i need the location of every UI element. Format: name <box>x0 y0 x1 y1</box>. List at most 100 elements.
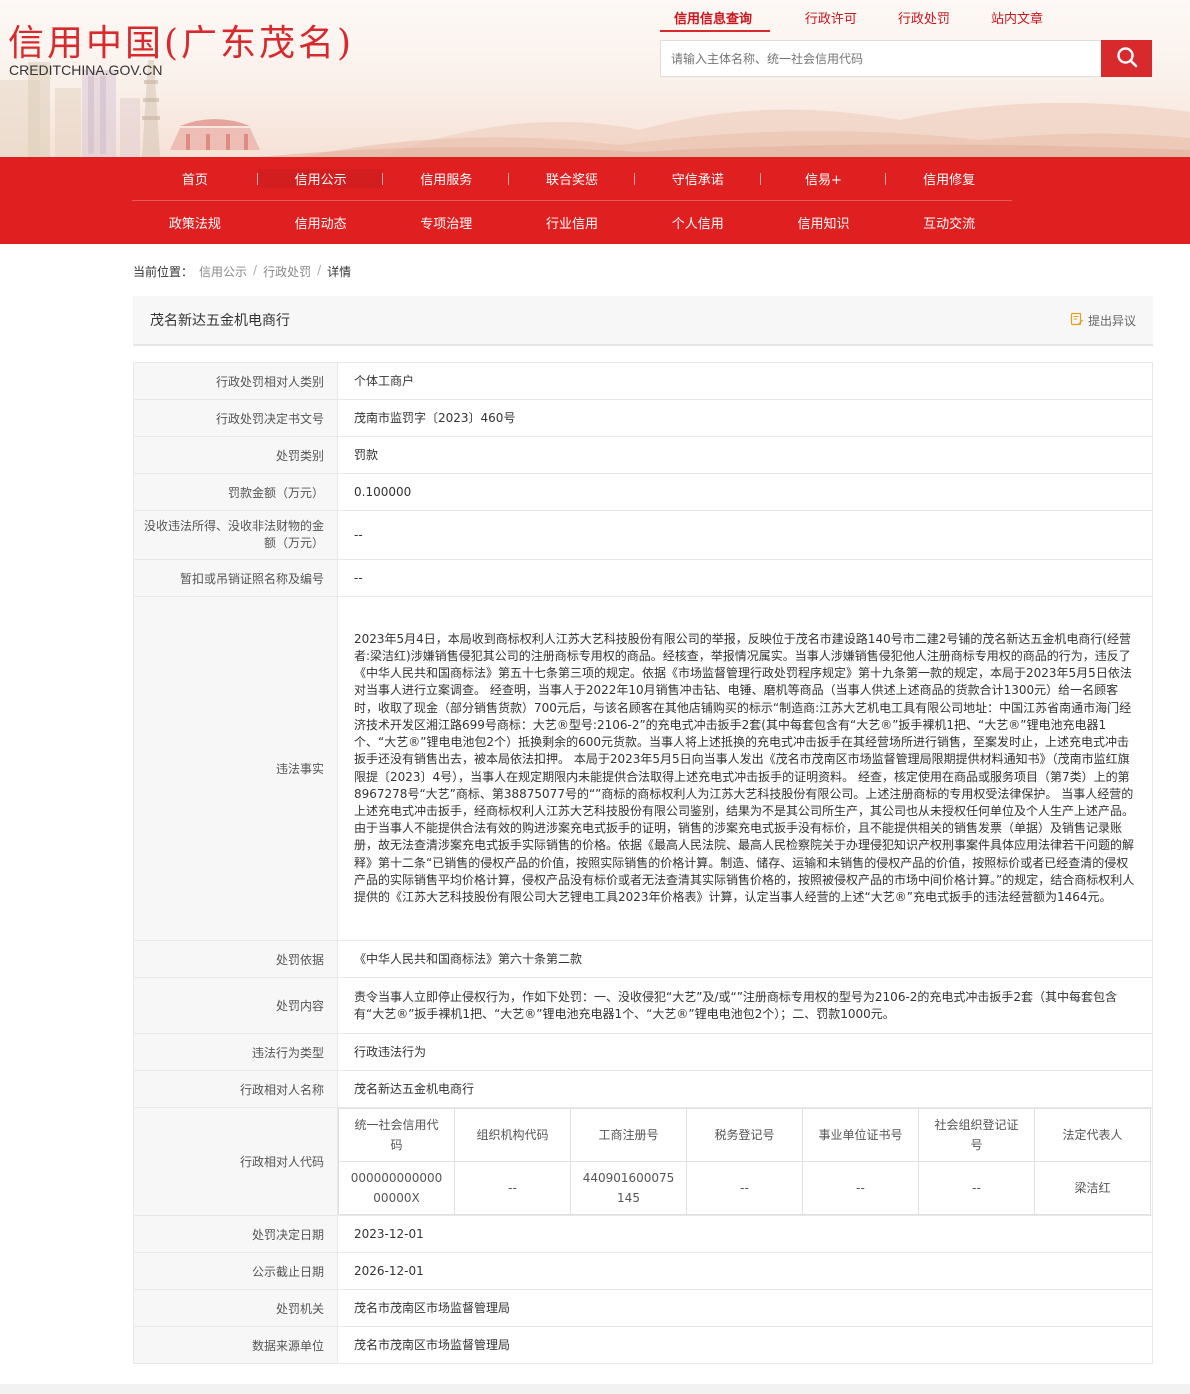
detail-row: 行政处罚决定书文号 茂南市监罚字〔2023〕460号 <box>133 399 1153 437</box>
penalty-detail-table: 行政处罚相对人类别 个体工商户 行政处罚决定书文号 茂南市监罚字〔2023〕46… <box>133 362 1153 1364</box>
detail-row: 处罚内容 责令当事人立即停止侵权行为，作如下处罚：一、没收侵犯“大艺”及/或“”… <box>133 977 1153 1034</box>
detail-row: 数据来源单位 茂名市茂南区市场监督管理局 <box>133 1326 1153 1364</box>
raise-objection-label: 提出异议 <box>1087 313 1136 328</box>
field-label: 违法行为类型 <box>133 1033 338 1071</box>
breadcrumb-current: 详情 <box>327 265 352 279</box>
detail-row: 罚款金额（万元） 0.100000 <box>133 473 1153 511</box>
nav-joint-reward-punish[interactable]: 联合奖惩 <box>509 169 635 188</box>
active-tab-indicator <box>660 30 770 32</box>
col-header: 事业单位证书号 <box>802 1108 919 1162</box>
col-header: 税务登记号 <box>686 1108 803 1162</box>
search-bar <box>660 40 1152 77</box>
field-label: 没收违法所得、没收非法财物的金额（万元） <box>133 510 338 560</box>
detail-row: 违法事实 2023年5月4日，本局收到商标权利人江苏大艺科技股份有限公司的举报，… <box>133 596 1153 941</box>
nav-policy[interactable]: 政策法规 <box>132 213 258 232</box>
detail-row: 违法行为类型 行政违法行为 <box>133 1033 1153 1071</box>
detail-row: 处罚依据 《中华人民共和国商标法》第六十条第二款 <box>133 940 1153 978</box>
field-label: 处罚类别 <box>133 436 338 474</box>
field-value: 2023年5月4日，本局收到商标权利人江苏大艺科技股份有限公司的举报，反映位于茂… <box>337 596 1153 941</box>
field-label: 行政相对人代码 <box>133 1107 338 1216</box>
field-value: 茂南市监罚字〔2023〕460号 <box>337 399 1153 437</box>
breadcrumb-label: 当前位置： <box>133 265 194 279</box>
col-header: 社会组织登记证号 <box>918 1108 1035 1162</box>
field-value: 茂名市茂南区市场监督管理局 <box>337 1289 1153 1327</box>
field-value: -- <box>337 559 1153 597</box>
nav-industry-credit[interactable]: 行业信用 <box>509 213 635 232</box>
nav-credit-publicity[interactable]: 信用公示 <box>257 169 384 188</box>
field-label: 处罚内容 <box>133 977 338 1034</box>
nav-special-governance[interactable]: 专项治理 <box>383 213 509 232</box>
code-value: 00000000000000000X <box>338 1161 455 1215</box>
field-label: 处罚机关 <box>133 1289 338 1327</box>
nav-credit-service[interactable]: 信用服务 <box>383 169 509 188</box>
codes-value-row: 00000000000000000X -- 440901600075145 --… <box>338 1161 1151 1215</box>
code-value: -- <box>686 1161 803 1215</box>
field-value: 茂名新达五金机电商行 <box>337 1070 1153 1108</box>
field-value: 罚款 <box>337 436 1153 474</box>
main-nav: 首页 信用公示 信用服务 联合奖惩 守信承诺 信易+ 信用修复 政策法规 信用动… <box>0 157 1190 244</box>
field-label: 暂扣或吊销证照名称及编号 <box>133 559 338 597</box>
tab-admin-penalty[interactable]: 行政处罚 <box>884 8 977 27</box>
field-label: 处罚决定日期 <box>133 1215 338 1253</box>
nav-credit-repair[interactable]: 信用修复 <box>886 169 1012 188</box>
field-value: 0.100000 <box>337 473 1153 511</box>
field-label: 处罚依据 <box>133 940 338 978</box>
nav-credit-commitment[interactable]: 守信承诺 <box>635 169 761 188</box>
col-header: 组织机构代码 <box>454 1108 571 1162</box>
breadcrumb-credit-publicity[interactable]: 信用公示 <box>199 263 247 280</box>
tab-site-articles[interactable]: 站内文章 <box>977 8 1070 27</box>
field-value: 《中华人民共和国商标法》第六十条第二款 <box>337 940 1153 978</box>
nav-personal-credit[interactable]: 个人信用 <box>635 213 761 232</box>
code-value: -- <box>802 1161 919 1215</box>
code-value: -- <box>454 1161 571 1215</box>
detail-row: 处罚机关 茂名市茂南区市场监督管理局 <box>133 1289 1153 1327</box>
site-domain: CREDITCHINA.GOV.CN <box>9 62 163 78</box>
field-value: 茂名市茂南区市场监督管理局 <box>337 1326 1153 1364</box>
codes-cell: 统一社会信用代码 组织机构代码 工商注册号 税务登记号 事业单位证书号 社会组织… <box>337 1107 1153 1216</box>
field-label: 行政处罚相对人类别 <box>133 362 338 400</box>
field-label: 违法事实 <box>133 596 338 941</box>
field-label: 罚款金额（万元） <box>133 473 338 511</box>
tab-admin-license[interactable]: 行政许可 <box>791 8 884 27</box>
nav-row-1: 首页 信用公示 信用服务 联合奖惩 守信承诺 信易+ 信用修复 <box>132 157 1012 200</box>
field-label: 公示截止日期 <box>133 1252 338 1290</box>
breadcrumb: 当前位置： 信用公示 / 行政处罚 / 详情 <box>133 263 1190 280</box>
nav-row-2: 政策法规 信用动态 专项治理 行业信用 个人信用 信用知识 互动交流 <box>132 200 1012 243</box>
raise-objection-button[interactable]: 提出异议 <box>1070 312 1136 329</box>
codes-header-row: 统一社会信用代码 组织机构代码 工商注册号 税务登记号 事业单位证书号 社会组织… <box>338 1108 1151 1162</box>
search-input[interactable] <box>661 41 1101 76</box>
detail-row-codes: 行政相对人代码 统一社会信用代码 组织机构代码 工商注册号 税务登记号 事业单位… <box>133 1107 1153 1216</box>
nav-interaction[interactable]: 互动交流 <box>886 213 1012 232</box>
nav-home[interactable]: 首页 <box>132 169 258 188</box>
field-value: 责令当事人立即停止侵权行为，作如下处罚：一、没收侵犯“大艺”及/或“”注册商标专… <box>337 977 1153 1034</box>
entity-codes-table: 统一社会信用代码 组织机构代码 工商注册号 税务登记号 事业单位证书号 社会组织… <box>338 1108 1151 1215</box>
code-value: 梁洁红 <box>1034 1161 1151 1215</box>
search-type-tabs: 信用信息查询 行政许可 行政处罚 站内文章 <box>660 8 1070 27</box>
breadcrumb-separator: / <box>317 263 322 277</box>
field-label: 行政处罚决定书文号 <box>133 399 338 437</box>
col-header: 法定代表人 <box>1034 1108 1151 1162</box>
col-header: 统一社会信用代码 <box>338 1108 455 1162</box>
site-logo[interactable]: 信用中国(广东茂名) <box>8 14 354 66</box>
field-value: 2023-12-01 <box>337 1215 1153 1253</box>
field-value: 行政违法行为 <box>337 1033 1153 1071</box>
tab-credit-query[interactable]: 信用信息查询 <box>660 8 791 27</box>
detail-row: 处罚类别 罚款 <box>133 436 1153 474</box>
detail-row: 行政相对人名称 茂名新达五金机电商行 <box>133 1070 1153 1108</box>
breadcrumb-admin-penalty[interactable]: 行政处罚 <box>263 263 311 280</box>
field-value: -- <box>337 510 1153 560</box>
detail-row: 暂扣或吊销证照名称及编号 -- <box>133 559 1153 597</box>
field-label: 行政相对人名称 <box>133 1070 338 1108</box>
field-value: 2026-12-01 <box>337 1252 1153 1290</box>
search-button[interactable] <box>1101 40 1152 77</box>
field-label: 数据来源单位 <box>133 1326 338 1364</box>
search-icon <box>1116 46 1138 71</box>
nav-credit-knowledge[interactable]: 信用知识 <box>761 213 887 232</box>
edit-document-icon <box>1070 312 1084 329</box>
nav-credit-news[interactable]: 信用动态 <box>258 213 384 232</box>
detail-row: 行政处罚相对人类别 个体工商户 <box>133 362 1153 400</box>
nav-xinyi-plus[interactable]: 信易+ <box>761 169 887 188</box>
record-title-bar: 茂名新达五金机电商行 提出异议 <box>133 296 1153 346</box>
code-value: -- <box>918 1161 1035 1215</box>
field-value: 个体工商户 <box>337 362 1153 400</box>
